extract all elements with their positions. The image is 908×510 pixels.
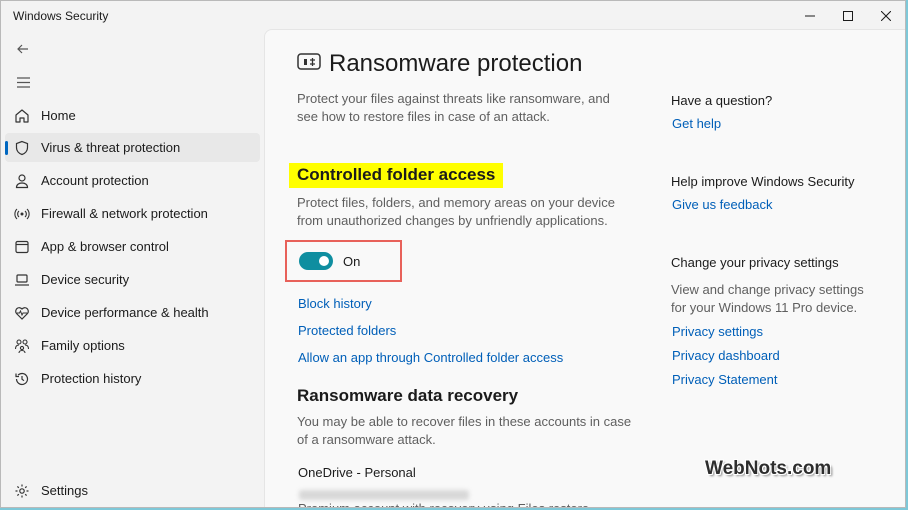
watermark-logo: WebNots.com (705, 458, 832, 479)
main-content: Ransomware protection Protect your files… (264, 29, 905, 507)
feedback-link[interactable]: Give us feedback (672, 197, 772, 212)
toggle-callout: On (285, 240, 402, 282)
privacy-description: View and change privacy settings for you… (671, 282, 864, 315)
sidebar-item-performance[interactable]: Device performance & health (5, 298, 260, 327)
maximize-button[interactable] (829, 1, 867, 31)
improve-heading: Help improve Windows Security (671, 174, 855, 189)
sidebar-item-firewall[interactable]: Firewall & network protection (5, 199, 260, 228)
app-window-icon (13, 238, 31, 256)
intro-text: Protect your files against threats like … (297, 91, 610, 124)
sidebar-item-history[interactable]: Protection history (5, 364, 260, 393)
menu-button[interactable] (13, 72, 33, 92)
family-icon (13, 337, 31, 355)
ransomware-icon (297, 53, 321, 70)
page-title: Ransomware protection (329, 50, 583, 77)
sidebar-item-settings[interactable]: Settings (5, 476, 260, 505)
minimize-icon (805, 15, 815, 17)
privacy-statement-link[interactable]: Privacy Statement (672, 372, 778, 387)
sidebar-item-label: App & browser control (41, 239, 169, 254)
recovery-heading: Ransomware data recovery (297, 386, 519, 405)
home-icon (13, 107, 31, 125)
toggle-state-label: On (343, 254, 361, 269)
cfa-heading: Controlled folder access (289, 163, 504, 188)
sidebar-item-account[interactable]: Account protection (5, 166, 260, 195)
back-button[interactable] (13, 39, 33, 59)
window-title: Windows Security (13, 9, 109, 23)
close-icon (881, 11, 891, 21)
sidebar-item-label: Device security (41, 272, 130, 287)
onedrive-account: OneDrive - Personal (298, 465, 416, 480)
sidebar-item-device-security[interactable]: Device security (5, 265, 260, 294)
sidebar-item-family[interactable]: Family options (5, 331, 260, 360)
sidebar-item-label: Home (41, 108, 76, 123)
cfa-description: Protect files, folders, and memory areas… (297, 195, 615, 228)
allow-app-link[interactable]: Allow an app through Controlled folder a… (298, 350, 563, 365)
maximize-icon (843, 11, 853, 21)
blurred-email (299, 490, 469, 500)
gear-icon (13, 482, 31, 500)
sidebar: Home Virus & threat protection Account p… (1, 31, 263, 507)
sidebar-item-label: Firewall & network protection (41, 206, 208, 221)
privacy-settings-link[interactable]: Privacy settings (672, 324, 763, 339)
sidebar-item-home[interactable]: Home (5, 101, 260, 130)
toggle-knob (319, 256, 329, 266)
sidebar-item-label: Account protection (41, 173, 149, 188)
back-arrow-icon (17, 44, 28, 54)
sidebar-item-app-browser[interactable]: App & browser control (5, 232, 260, 261)
sidebar-item-label: Protection history (41, 371, 142, 386)
block-history-link[interactable]: Block history (298, 296, 372, 311)
wifi-icon (13, 205, 31, 223)
sidebar-item-label: Family options (41, 338, 125, 353)
account-detail: Premium account with recovery using File… (298, 500, 589, 507)
person-icon (13, 172, 31, 190)
sidebar-item-virus-threat[interactable]: Virus & threat protection (5, 133, 260, 162)
shield-icon (13, 139, 31, 157)
cfa-toggle[interactable] (299, 252, 333, 270)
heart-icon (13, 304, 31, 322)
laptop-icon (13, 271, 31, 289)
windows-security-window: Windows Security Home Virus & threat pro… (0, 0, 906, 508)
recovery-description: You may be able to recover files in thes… (297, 414, 632, 447)
get-help-link[interactable]: Get help (672, 116, 721, 131)
sidebar-item-label: Device performance & health (41, 305, 209, 320)
title-bar: Windows Security (1, 1, 905, 31)
history-icon (13, 370, 31, 388)
window-controls (791, 1, 905, 31)
privacy-heading: Change your privacy settings (671, 255, 839, 270)
minimize-button[interactable] (791, 1, 829, 31)
sidebar-item-label: Settings (41, 483, 88, 498)
protected-folders-link[interactable]: Protected folders (298, 323, 396, 338)
hamburger-icon (16, 76, 30, 88)
close-button[interactable] (867, 1, 905, 31)
question-heading: Have a question? (671, 93, 773, 108)
sidebar-item-label: Virus & threat protection (41, 140, 181, 155)
privacy-dashboard-link[interactable]: Privacy dashboard (672, 348, 780, 363)
